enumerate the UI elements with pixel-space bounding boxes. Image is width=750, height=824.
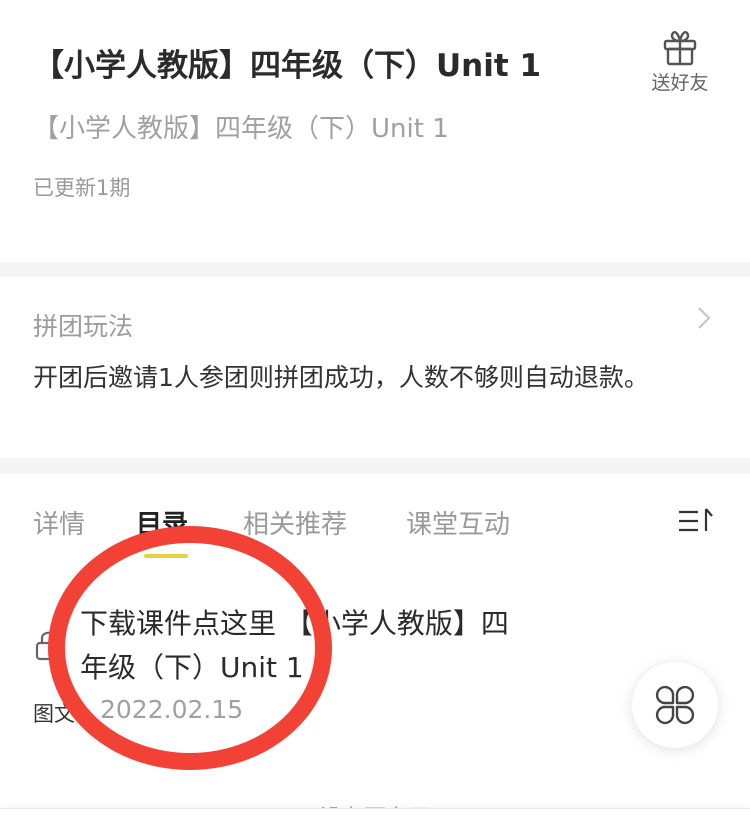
group-buy-label: 拼团玩法 <box>33 312 134 341</box>
sort-icon <box>679 508 713 532</box>
lesson-date: 2022.02.15 <box>100 695 244 724</box>
tab-bar: 详情 目录 相关推荐 课堂互动 <box>0 474 750 564</box>
sort-button[interactable] <box>676 504 716 538</box>
group-buy-description: 开团后邀请1人参团则拼团成功，人数不够则自动退款。 <box>33 363 649 392</box>
update-count: 已更新1期 <box>33 176 131 200</box>
send-to-friend-label: 送好友 <box>651 72 709 94</box>
lesson-title: 下载课件点这里 【小学人教版】四年级（下）Unit 1 <box>80 607 509 684</box>
tab-details[interactable]: 详情 <box>33 504 85 541</box>
catalog-section: 详情 目录 相关推荐 课堂互动 下载课件点这里 【小学人教版】四年级（下）Uni… <box>0 474 750 824</box>
active-tab-indicator <box>144 554 188 558</box>
gift-icon <box>663 31 697 66</box>
group-buy-rules[interactable]: 拼团玩法 开团后邀请1人参团则拼团成功，人数不够则自动退款。 <box>0 277 750 458</box>
send-to-friend-button[interactable]: 送好友 <box>640 26 720 98</box>
course-subtitle: 【小学人教版】四年级（下）Unit 1 <box>33 114 449 144</box>
course-header: 【小学人教版】四年级（下）Unit 1 【小学人教版】四年级（下）Unit 1 … <box>0 0 750 262</box>
lock-icon <box>35 631 63 661</box>
tab-recommendations[interactable]: 相关推荐 <box>243 504 347 541</box>
tab-class-interaction[interactable]: 课堂互动 <box>406 504 510 541</box>
bottom-bar <box>0 808 750 824</box>
tab-catalog[interactable]: 目录 <box>136 504 188 541</box>
chevron-right-icon <box>698 307 711 329</box>
floating-menu-button[interactable] <box>632 662 718 748</box>
lesson-type: 图文 <box>33 702 75 726</box>
course-title: 【小学人教版】四年级（下）Unit 1 <box>33 48 542 84</box>
clover-menu-icon <box>655 685 695 725</box>
